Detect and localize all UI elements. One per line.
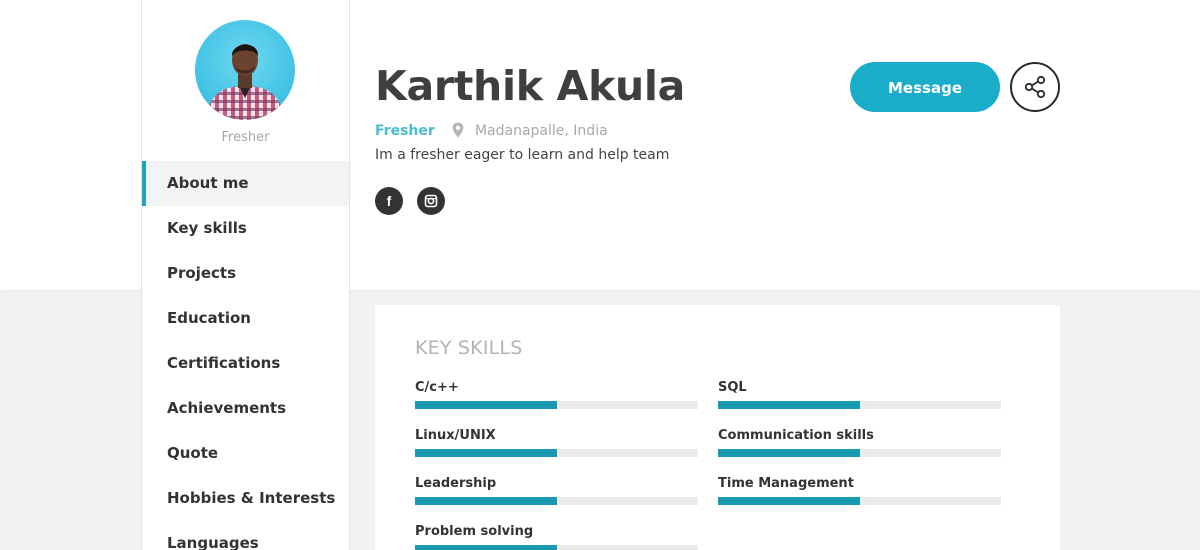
message-button[interactable]: Message xyxy=(850,62,1000,112)
sidebar-item-about-me[interactable]: About me xyxy=(142,161,349,206)
skill-item: Leadership xyxy=(415,475,698,505)
sidebar-item-achievements[interactable]: Achievements xyxy=(142,386,349,431)
skill-name: Problem solving xyxy=(415,524,534,539)
svg-text:f: f xyxy=(387,193,392,209)
skill-bar xyxy=(718,497,1001,505)
skill-bar-fill xyxy=(415,449,557,457)
sidebar-item-certifications[interactable]: Certifications xyxy=(142,341,349,386)
skill-bar-fill xyxy=(415,497,557,505)
skill-bar xyxy=(718,401,1001,409)
skill-item: Time Management xyxy=(718,475,1001,505)
skill-bar xyxy=(415,545,698,550)
skill-bar-fill xyxy=(718,401,860,409)
profile-role: Fresher xyxy=(375,123,435,139)
skill-bar-fill xyxy=(718,449,860,457)
skill-name: Communication skills xyxy=(718,428,874,443)
skill-bar-fill xyxy=(415,545,557,550)
skill-name: Linux/UNIX xyxy=(415,428,496,443)
skill-name: Time Management xyxy=(718,476,854,491)
skill-item: SQL xyxy=(718,379,1001,409)
profile-name: Karthik Akula xyxy=(375,62,686,110)
skill-bar xyxy=(415,449,698,457)
profile-meta: Fresher Madanapalle, India xyxy=(375,120,608,140)
sidebar-item-education[interactable]: Education xyxy=(142,296,349,341)
profile-page: Fresher About me Key skills Projects Edu… xyxy=(0,0,1200,550)
instagram-icon[interactable] xyxy=(417,187,446,215)
skill-name: C/c++ xyxy=(415,380,459,395)
profile-location: Madanapalle, India xyxy=(474,123,608,139)
sidebar-item-key-skills[interactable]: Key skills xyxy=(142,206,349,251)
skill-name: Leadership xyxy=(415,476,497,491)
skill-bar xyxy=(415,497,698,505)
profile-level-label: Fresher xyxy=(221,130,270,145)
key-skills-card: KEY SKILLS C/c++ SQL Linux/UNIX Communic… xyxy=(375,305,1060,550)
sidebar-item-hobbies-interests[interactable]: Hobbies & Interests xyxy=(142,476,349,521)
sidebar-item-projects[interactable]: Projects xyxy=(142,251,349,296)
skill-bar xyxy=(415,401,698,409)
skill-item: Problem solving xyxy=(415,523,698,550)
skill-bar xyxy=(718,449,1001,457)
skill-item: C/c++ xyxy=(415,379,698,409)
share-icon xyxy=(1024,75,1046,99)
share-button[interactable] xyxy=(1010,62,1060,112)
sidebar: Fresher About me Key skills Projects Edu… xyxy=(141,0,350,550)
sidebar-nav: About me Key skills Projects Education C… xyxy=(142,161,349,550)
skill-bar-fill xyxy=(415,401,557,409)
profile-tagline: Im a fresher eager to learn and help tea… xyxy=(375,147,670,163)
skill-item: Linux/UNIX xyxy=(415,427,698,457)
skill-name: SQL xyxy=(718,380,747,395)
skill-item: Communication skills xyxy=(718,427,1001,457)
sidebar-item-languages[interactable]: Languages xyxy=(142,521,349,550)
social-links: f xyxy=(375,187,454,219)
facebook-icon[interactable]: f xyxy=(375,187,403,215)
skill-bar-fill xyxy=(718,497,860,505)
key-skills-title: KEY SKILLS xyxy=(415,337,523,359)
location-pin-icon xyxy=(452,122,464,142)
avatar[interactable] xyxy=(195,20,295,120)
sidebar-item-quote[interactable]: Quote xyxy=(142,431,349,476)
